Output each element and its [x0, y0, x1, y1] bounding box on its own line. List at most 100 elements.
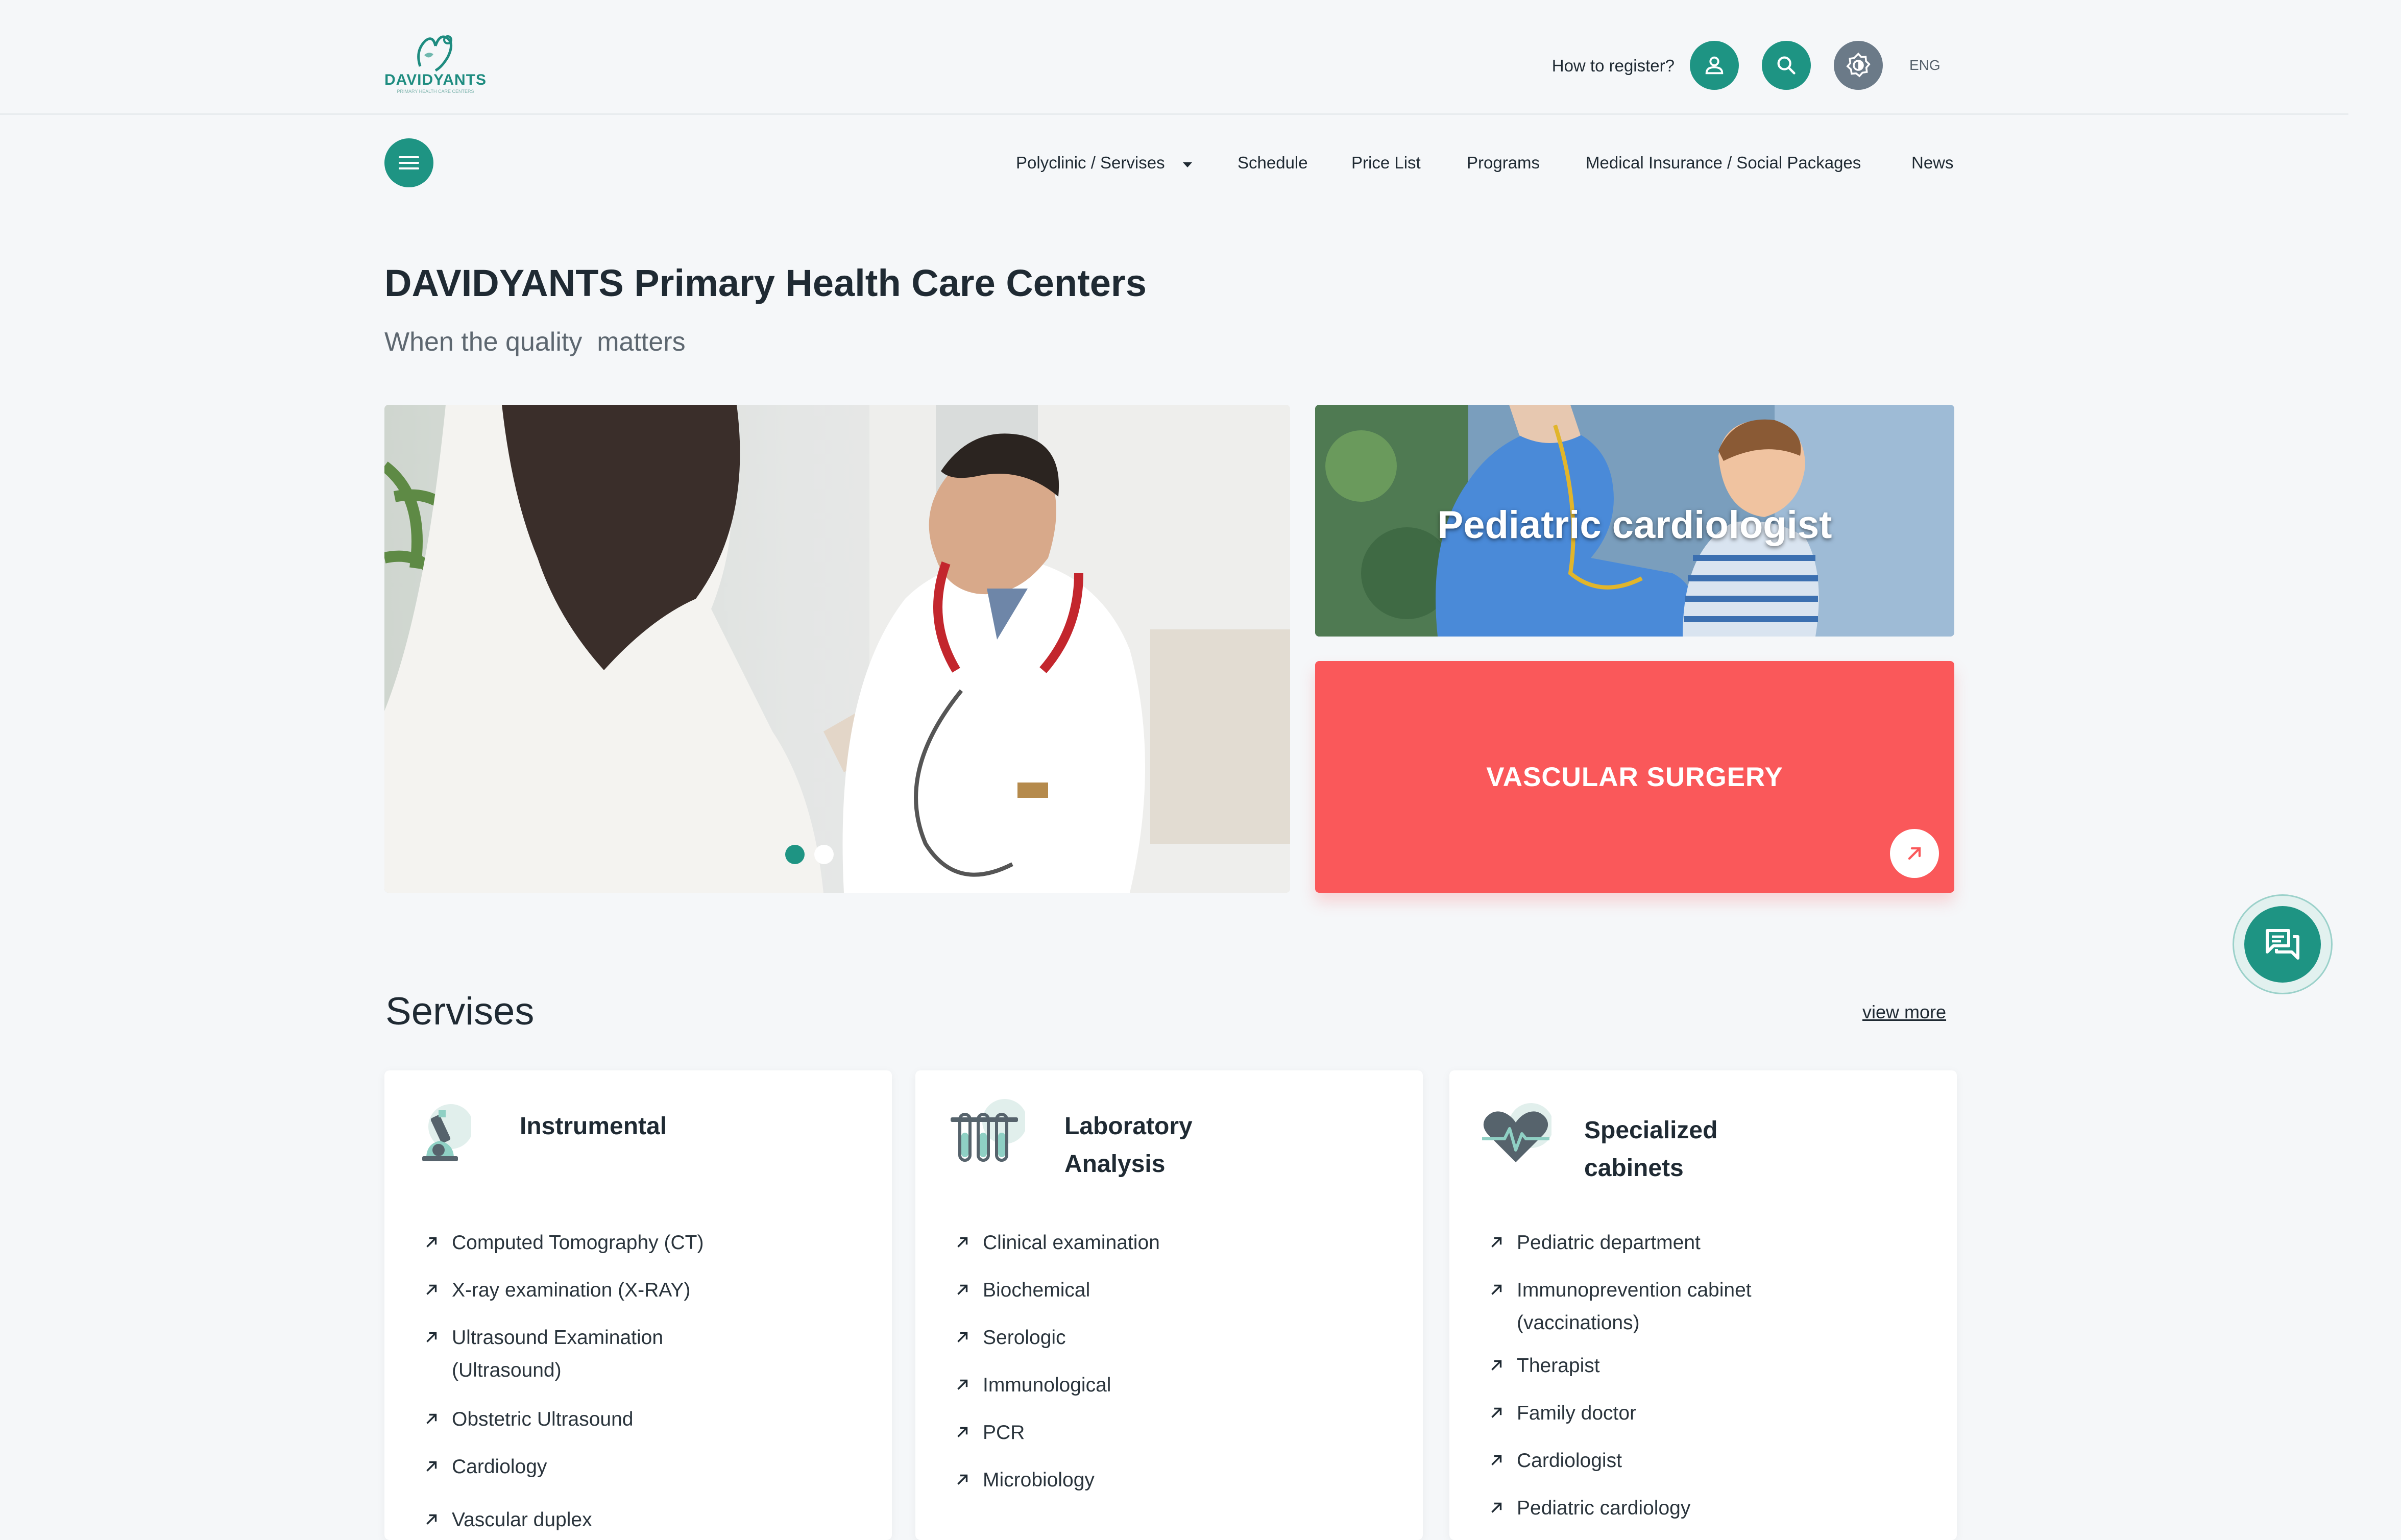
service-link[interactable]: Therapist — [1488, 1350, 1600, 1382]
arrow-up-right-icon — [957, 1474, 968, 1485]
language-switcher[interactable]: ENG — [1909, 57, 1941, 74]
arrow-up-right-icon — [957, 1237, 968, 1248]
service-link-label: Immunological — [983, 1374, 1111, 1396]
account-button[interactable] — [1690, 41, 1739, 90]
service-card-specialized-cabinets: Specialized cabinets Pediatric departmen… — [1449, 1070, 1957, 1540]
arrow-up-right-icon — [426, 1237, 437, 1248]
nav-item-schedule[interactable]: Schedule — [1238, 153, 1308, 173]
chat-button[interactable] — [2233, 894, 2333, 994]
service-link-label: Therapist — [1517, 1355, 1600, 1377]
page-subtitle: When the quality matters — [384, 327, 686, 357]
arrow-up-right-icon — [426, 1332, 437, 1342]
chat-icon — [2266, 929, 2299, 960]
service-link-label: (Ultrasound) — [452, 1359, 562, 1381]
arrow-up-right-icon — [1491, 1502, 1502, 1513]
service-link-label: Microbiology — [983, 1469, 1095, 1491]
service-link[interactable]: PCR — [954, 1416, 1025, 1449]
arrow-up-right-icon — [1491, 1237, 1502, 1248]
service-link[interactable]: Biochemical — [954, 1274, 1090, 1307]
nav-item-news[interactable]: News — [1911, 153, 1954, 173]
service-link[interactable]: Pediatric department — [1488, 1227, 1701, 1259]
logo-icon — [417, 35, 452, 72]
service-link[interactable]: Family doctor — [1488, 1397, 1636, 1430]
service-link-label: Pediatric cardiology — [1517, 1497, 1691, 1519]
service-link[interactable]: Immunoprevention cabinet — [1488, 1274, 1752, 1307]
slider-dot-3[interactable] — [843, 845, 863, 864]
service-link[interactable]: Microbiology — [954, 1464, 1095, 1497]
service-link[interactable]: Pediatric cardiology — [1488, 1492, 1690, 1525]
search-button[interactable] — [1762, 41, 1811, 90]
arrow-up-right-icon — [957, 1332, 968, 1342]
service-link-label: Serologic — [983, 1327, 1066, 1349]
service-link[interactable]: Cardiology — [423, 1451, 547, 1483]
card-title: Instrumental — [520, 1113, 667, 1140]
service-link[interactable]: Vascular duplex — [423, 1504, 592, 1536]
service-link-label: Pediatric department — [1517, 1232, 1701, 1254]
slider-dot-2[interactable] — [814, 845, 834, 864]
hero-slide-image — [384, 405, 1290, 893]
slider-dot-1[interactable] — [785, 845, 805, 864]
service-link-label: Computed Tomography (CT) — [452, 1232, 704, 1254]
service-link[interactable]: Obstetric Ultrasound — [423, 1403, 633, 1436]
service-card-laboratory: Laboratory Analysis Clinical examination… — [915, 1070, 1423, 1540]
logo-subtext: PRIMARY HEALTH CARE CENTERS — [397, 89, 474, 94]
card-title-line-2: cabinets — [1584, 1155, 1684, 1182]
service-link-label: Ultrasound Examination — [452, 1327, 664, 1349]
promo-title-pediatric-cardiologist: Pediatric cardiologist — [1437, 503, 1832, 547]
service-link-label: X-ray examination (X-RAY) — [452, 1279, 691, 1301]
service-link[interactable]: Cardiologist — [1488, 1445, 1622, 1477]
service-link-label: Clinical examination — [983, 1232, 1160, 1254]
service-link-label: PCR — [983, 1422, 1025, 1444]
service-link-label: Cardiology — [452, 1456, 547, 1478]
how-to-register-link[interactable]: How to register? — [1521, 56, 1675, 76]
service-link-label: (vaccinations) — [1517, 1312, 1640, 1334]
arrow-up-right-icon — [1491, 1407, 1502, 1418]
nav-item-price-list[interactable]: Price List — [1351, 153, 1421, 173]
arrow-up-right-icon — [1491, 1455, 1502, 1465]
service-link[interactable]: X-ray examination (X-RAY) — [423, 1274, 690, 1307]
test-tubes-icon — [949, 1096, 1027, 1162]
promo-title-vascular-surgery: VASCULAR SURGERY — [1486, 762, 1783, 792]
service-link-continuation[interactable]: (vaccinations) — [1488, 1307, 1640, 1339]
service-link-label: Biochemical — [983, 1279, 1090, 1301]
service-link-continuation[interactable]: (Ultrasound) — [423, 1354, 562, 1387]
arrow-up-right-icon — [426, 1461, 437, 1472]
arrow-up-right-icon — [1908, 847, 1921, 860]
nav-item-polyclinic[interactable]: Polyclinic / Servises — [1016, 153, 1193, 173]
service-link[interactable]: Immunological — [954, 1369, 1111, 1402]
microscope-icon — [415, 1101, 473, 1167]
menu-button[interactable] — [384, 138, 433, 187]
service-link[interactable]: Clinical examination — [954, 1227, 1160, 1259]
caret-down-icon — [1182, 162, 1192, 167]
card-title: Specialized — [1584, 1117, 1718, 1144]
nav-item-label: Polyclinic / Servises — [1016, 153, 1165, 172]
promo-open-button[interactable] — [1890, 829, 1939, 878]
service-link-label: Immunoprevention cabinet — [1517, 1279, 1752, 1301]
service-link-label: Family doctor — [1517, 1402, 1637, 1424]
heart-pulse-icon — [1480, 1100, 1554, 1166]
hero-slider[interactable] — [384, 405, 1290, 893]
accessibility-button[interactable] — [1834, 41, 1883, 90]
service-link[interactable]: Computed Tomography (CT) — [423, 1227, 704, 1259]
slider-dot-4[interactable] — [872, 845, 892, 864]
arrow-up-right-icon — [426, 1413, 437, 1424]
service-card-instrumental: Instrumental Computed Tomography (CT) X-… — [384, 1070, 892, 1540]
chat-button-inner — [2244, 906, 2321, 983]
service-link[interactable]: Ultrasound Examination — [423, 1322, 663, 1354]
nav-item-programs[interactable]: Programs — [1467, 153, 1540, 173]
nav-item-medical-insurance[interactable]: Medical Insurance / Social Packages — [1586, 153, 1861, 173]
arrow-up-right-icon — [957, 1379, 968, 1390]
arrow-up-right-icon — [426, 1284, 437, 1295]
services-section-title: Servises — [385, 990, 535, 1033]
service-link-label: Cardiologist — [1517, 1450, 1622, 1472]
arrow-up-right-icon — [1491, 1284, 1502, 1295]
service-link[interactable]: Serologic — [954, 1322, 1066, 1354]
arrow-up-right-icon — [1491, 1360, 1502, 1371]
arrow-up-right-icon — [957, 1284, 968, 1295]
card-title: Laboratory — [1064, 1113, 1193, 1140]
service-link-label: Vascular duplex — [452, 1509, 592, 1531]
user-icon — [1705, 56, 1724, 75]
view-more-link[interactable]: view more — [1862, 1001, 1946, 1023]
page-title: DAVIDYANTS Primary Health Care Centers — [384, 262, 1147, 304]
hamburger-icon — [399, 156, 419, 169]
